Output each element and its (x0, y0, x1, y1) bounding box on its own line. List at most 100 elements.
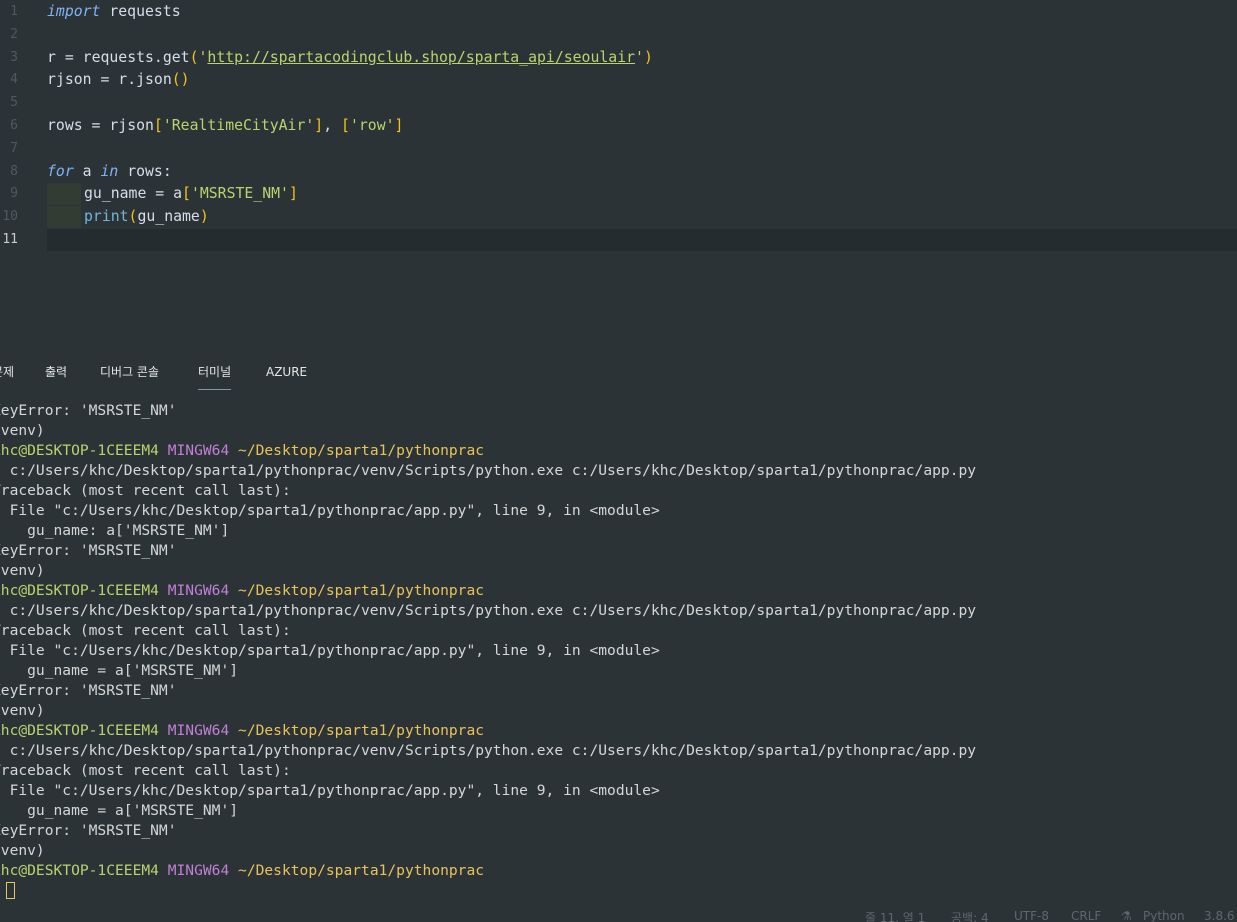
terminal-line: (venv) (0, 561, 45, 581)
code-text: requests (100, 3, 181, 20)
terminal-cursor (6, 882, 15, 899)
line-number: 11 (2, 232, 18, 247)
code-text: , (323, 117, 333, 134)
code-text: a (164, 185, 183, 202)
cursor-position[interactable]: 줄 11, 열 1 (865, 909, 925, 922)
tab-problems[interactable]: 문제 (0, 363, 14, 389)
line-number: 4 (10, 72, 18, 87)
encoding[interactable]: UTF-8 (1014, 909, 1049, 922)
terminal-text: MINGW64 (167, 582, 239, 599)
terminal-text: (venv) (0, 702, 45, 719)
terminal-line: khc@DESKTOP-1CEEEM4 MINGW64 ~/Desktop/sp… (0, 861, 484, 881)
code-text: 'RealtimeCityAir' (162, 117, 315, 134)
code-text: = (155, 185, 165, 202)
terminal-line: Traceback (most recent call last): (0, 481, 291, 501)
line-number: 7 (10, 141, 18, 156)
terminal-text: File "c:/Users/khc/Desktop/sparta1/pytho… (0, 782, 660, 799)
python-version[interactable]: 3.8.6 (1204, 909, 1235, 922)
code-line-6[interactable]: 6 rows = rjson['RealtimeCityAir'], ['row… (0, 115, 1237, 137)
code-text: [ (182, 185, 191, 202)
code-line-2[interactable]: 2 (0, 24, 1237, 46)
code-line-3[interactable]: 3 r = requests.get('http://spartacodingc… (0, 47, 1237, 69)
terminal-line: KeyError: 'MSRSTE_NM' (0, 401, 177, 421)
code-text: [ (332, 117, 350, 134)
code-line-11-active[interactable]: 11 (0, 229, 1237, 251)
terminal-text: gu_name: a['MSRSTE_NM'] (0, 522, 230, 539)
terminal-text: khc@DESKTOP-1CEEEM4 (0, 442, 168, 459)
terminal-line: $ c:/Users/khc/Desktop/sparta1/pythonpra… (0, 461, 976, 481)
terminal-line: gu_name: a['MSRSTE_NM'] (0, 521, 229, 541)
code-text: () (171, 71, 190, 88)
code-text: rjson (47, 71, 101, 88)
terminal-text: Traceback (most recent call last): (0, 482, 291, 499)
terminal[interactable]: KeyError: 'MSRSTE_NM' (venv) khc@DESKTOP-1… (0, 401, 1237, 891)
code-text: a (73, 163, 101, 180)
code-text: = (64, 49, 74, 66)
panel-tabs: 문제 출력 디버그 콘솔 터미널 AZURE (0, 355, 1237, 391)
keyword: for (47, 163, 74, 180)
terminal-text: ~/Desktop/sparta1/pythonprac (238, 862, 485, 879)
code-text: 'row' (349, 117, 395, 134)
code-line-10[interactable]: 10 print(gu_name) (0, 206, 1237, 228)
keyword: import (47, 3, 101, 20)
line-number: 8 (10, 164, 18, 179)
code-line-9[interactable]: 9 gu_name = a['MSRSTE_NM'] (0, 183, 1237, 205)
line-number: 5 (10, 95, 18, 110)
terminal-text: (venv) (0, 842, 45, 859)
code-text: 'MSRSTE_NM' (190, 185, 289, 202)
code-text: r.json (109, 71, 172, 88)
indentation[interactable]: 공백: 4 (951, 909, 989, 922)
code-url-link[interactable]: http://spartacodingclub.shop/sparta_api/… (207, 49, 635, 66)
terminal-line: (venv) (0, 841, 45, 861)
terminal-text: MINGW64 (167, 862, 239, 879)
line-number: 9 (10, 186, 18, 201)
line-number: 10 (2, 209, 18, 224)
terminal-line: gu_name = a['MSRSTE_NM'] (0, 661, 238, 681)
line-number: 6 (10, 118, 18, 133)
python-icon[interactable]: ⚗ (1121, 909, 1132, 922)
terminal-text: MINGW64 (167, 722, 239, 739)
terminal-text: KeyError: 'MSRSTE_NM' (0, 682, 177, 699)
code-text: r (47, 49, 65, 66)
indent-guide (47, 206, 81, 228)
tab-azure[interactable]: AZURE (266, 363, 307, 389)
tab-terminal[interactable]: 터미널 (198, 363, 232, 390)
code-text: rows (47, 117, 92, 134)
code-line-5[interactable]: 5 (0, 92, 1237, 114)
line-number: 3 (10, 50, 18, 65)
terminal-text: khc@DESKTOP-1CEEEM4 (0, 722, 168, 739)
code-line-7[interactable]: 7 (0, 138, 1237, 160)
tab-output[interactable]: 출력 (45, 363, 67, 389)
terminal-text: ~/Desktop/sparta1/pythonprac (238, 442, 485, 459)
terminal-line: Traceback (most recent call last): (0, 621, 291, 641)
code-text: ] (314, 117, 324, 134)
terminal-line: khc@DESKTOP-1CEEEM4 MINGW64 ~/Desktop/sp… (0, 441, 484, 461)
terminal-line: KeyError: 'MSRSTE_NM' (0, 821, 177, 841)
terminal-text: Traceback (most recent call last): (0, 762, 291, 779)
code-text: ] (288, 185, 298, 202)
code-text: ] (394, 117, 404, 134)
code-line-8[interactable]: 8 for a in rows: (0, 161, 1237, 183)
code-line-4[interactable]: 4 rjson = r.json() (0, 69, 1237, 91)
code-editor[interactable]: 1 import requests 2 3 r = requests.get('… (0, 0, 1237, 355)
code-text: ) (643, 49, 653, 66)
terminal-text: KeyError: 'MSRSTE_NM' (0, 402, 177, 419)
terminal-line: File "c:/Users/khc/Desktop/sparta1/pytho… (0, 641, 660, 661)
terminal-line: File "c:/Users/khc/Desktop/sparta1/pytho… (0, 501, 660, 521)
code-text: ' (635, 49, 644, 66)
code-line-1[interactable]: 1 import requests (0, 1, 1237, 23)
terminal-line: KeyError: 'MSRSTE_NM' (0, 681, 177, 701)
terminal-text: $ c:/Users/khc/Desktop/sparta1/pythonpra… (0, 742, 977, 759)
terminal-line: (venv) (0, 701, 45, 721)
language-mode[interactable]: Python (1143, 909, 1185, 922)
terminal-text: KeyError: 'MSRSTE_NM' (0, 822, 177, 839)
tab-debug-console[interactable]: 디버그 콘솔 (100, 363, 159, 389)
line-ending[interactable]: CRLF (1071, 909, 1101, 922)
terminal-text: ~/Desktop/sparta1/pythonprac (238, 722, 485, 739)
terminal-text: $ c:/Users/khc/Desktop/sparta1/pythonpra… (0, 602, 977, 619)
line-number: 1 (10, 4, 18, 19)
terminal-line: gu_name = a['MSRSTE_NM'] (0, 801, 238, 821)
line-number: 2 (10, 27, 18, 42)
terminal-text: Traceback (most recent call last): (0, 622, 291, 639)
terminal-line: File "c:/Users/khc/Desktop/sparta1/pytho… (0, 781, 660, 801)
